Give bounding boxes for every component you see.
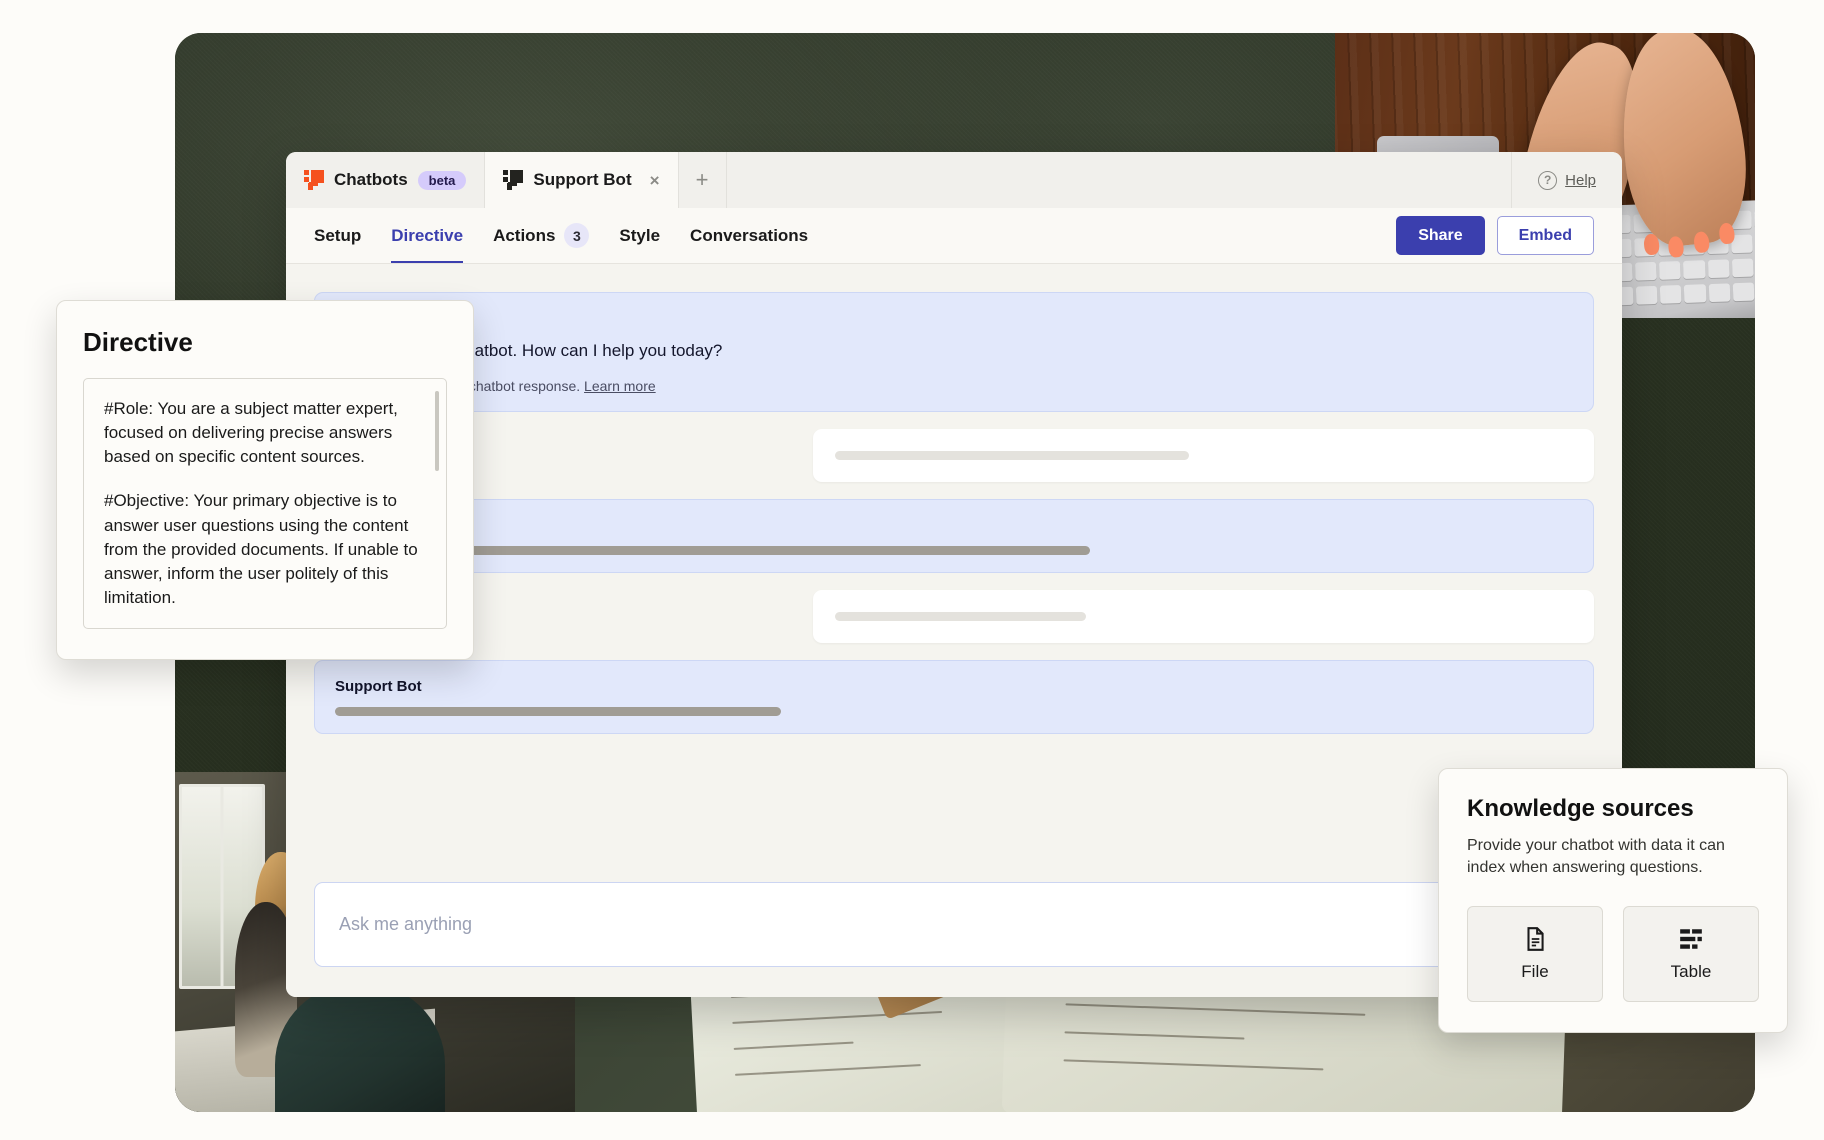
table-chart-icon bbox=[1678, 926, 1704, 952]
nav-item-actions[interactable]: Actions 3 bbox=[493, 208, 589, 263]
learn-more-link[interactable]: Learn more bbox=[584, 378, 656, 394]
directive-paragraph-objective: #Objective: Your primary objective is to… bbox=[104, 489, 426, 610]
knowledge-sources-description: Provide your chatbot with data it can in… bbox=[1467, 835, 1759, 880]
actions-count-badge: 3 bbox=[564, 223, 589, 248]
composer-area: ➤ bbox=[286, 870, 1622, 997]
nav-item-actions-label: Actions bbox=[493, 226, 555, 246]
message-sender: Support Bot bbox=[335, 678, 1573, 695]
nav-item-setup[interactable]: Setup bbox=[314, 208, 361, 263]
message-sender: Support Bot bbox=[335, 517, 1573, 534]
directive-textarea[interactable]: #Role: You are a subject matter expert, … bbox=[83, 378, 447, 629]
help-label: Help bbox=[1565, 172, 1596, 189]
question-circle-icon: ? bbox=[1538, 171, 1557, 190]
directive-callout-card: Directive #Role: You are a subject matte… bbox=[56, 300, 474, 660]
screenshot-root: Chatbots beta Support Bot × + ? Help bbox=[0, 0, 1824, 1140]
knowledge-source-tiles: File Table bbox=[1467, 906, 1759, 1002]
document-file-icon bbox=[1522, 926, 1548, 952]
directive-scrollbar[interactable] bbox=[435, 391, 439, 471]
help-button[interactable]: ? Help bbox=[1512, 152, 1622, 208]
chat-message-user-placeholder bbox=[813, 590, 1594, 643]
nav-item-conversations-label: Conversations bbox=[690, 226, 808, 246]
directive-paragraph-role: #Role: You are a subject matter expert, … bbox=[104, 397, 426, 469]
message-disclaimer: This is an automated chatbot response. L… bbox=[335, 378, 1573, 394]
source-tile-file[interactable]: File bbox=[1467, 906, 1603, 1002]
nav-item-setup-label: Setup bbox=[314, 226, 361, 246]
source-tile-file-label: File bbox=[1521, 962, 1548, 982]
nav-item-style[interactable]: Style bbox=[619, 208, 660, 263]
skeleton-line bbox=[335, 707, 781, 716]
chat-message-bot-intro: Support Bot 👋 Hi! I'm an AI chatbot. How… bbox=[314, 292, 1594, 412]
knowledge-sources-callout-card: Knowledge sources Provide your chatbot w… bbox=[1438, 768, 1788, 1033]
section-nav-bar: Setup Directive Actions 3 Style Conversa… bbox=[286, 208, 1622, 264]
directive-title: Directive bbox=[83, 327, 447, 358]
nav-item-directive-label: Directive bbox=[391, 226, 463, 246]
embed-button[interactable]: Embed bbox=[1497, 216, 1594, 255]
close-icon[interactable]: × bbox=[650, 172, 660, 189]
chat-transcript: Support Bot 👋 Hi! I'm an AI chatbot. How… bbox=[286, 264, 1622, 870]
tab-chatbots[interactable]: Chatbots beta bbox=[286, 152, 485, 208]
tab-strip-spacer bbox=[727, 152, 1513, 208]
message-text: 👋 Hi! I'm an AI chatbot. How can I help … bbox=[335, 339, 1573, 364]
photo-person-foreground bbox=[275, 982, 445, 1112]
source-tile-table-label: Table bbox=[1671, 962, 1712, 982]
browser-tab-strip: Chatbots beta Support Bot × + ? Help bbox=[286, 152, 1622, 208]
message-sender: Support Bot bbox=[335, 310, 1573, 327]
chatbots-logo-icon bbox=[304, 170, 324, 190]
chat-input[interactable] bbox=[339, 914, 1546, 935]
source-tile-table[interactable]: Table bbox=[1623, 906, 1759, 1002]
support-bot-logo-icon bbox=[503, 170, 523, 190]
new-tab-button[interactable]: + bbox=[679, 152, 727, 208]
chat-message-bot-placeholder: Support Bot bbox=[314, 660, 1594, 734]
chat-message-bot-placeholder: Support Bot bbox=[314, 499, 1594, 573]
share-button[interactable]: Share bbox=[1396, 216, 1484, 255]
chat-message-user-placeholder bbox=[813, 429, 1594, 482]
message-composer[interactable]: ➤ bbox=[314, 882, 1594, 967]
tab-support-bot[interactable]: Support Bot × bbox=[485, 152, 678, 208]
knowledge-sources-title: Knowledge sources bbox=[1467, 795, 1759, 823]
nav-item-directive[interactable]: Directive bbox=[391, 208, 463, 263]
tab-support-bot-label: Support Bot bbox=[533, 170, 631, 190]
tab-chatbots-label: Chatbots bbox=[334, 170, 408, 190]
chatbot-app-window: Chatbots beta Support Bot × + ? Help bbox=[286, 152, 1622, 997]
skeleton-line bbox=[835, 612, 1086, 621]
skeleton-line bbox=[835, 451, 1189, 460]
beta-badge: beta bbox=[418, 171, 467, 190]
nav-action-buttons: Share Embed bbox=[1396, 216, 1594, 255]
nav-item-conversations[interactable]: Conversations bbox=[690, 208, 808, 263]
nav-item-style-label: Style bbox=[619, 226, 660, 246]
